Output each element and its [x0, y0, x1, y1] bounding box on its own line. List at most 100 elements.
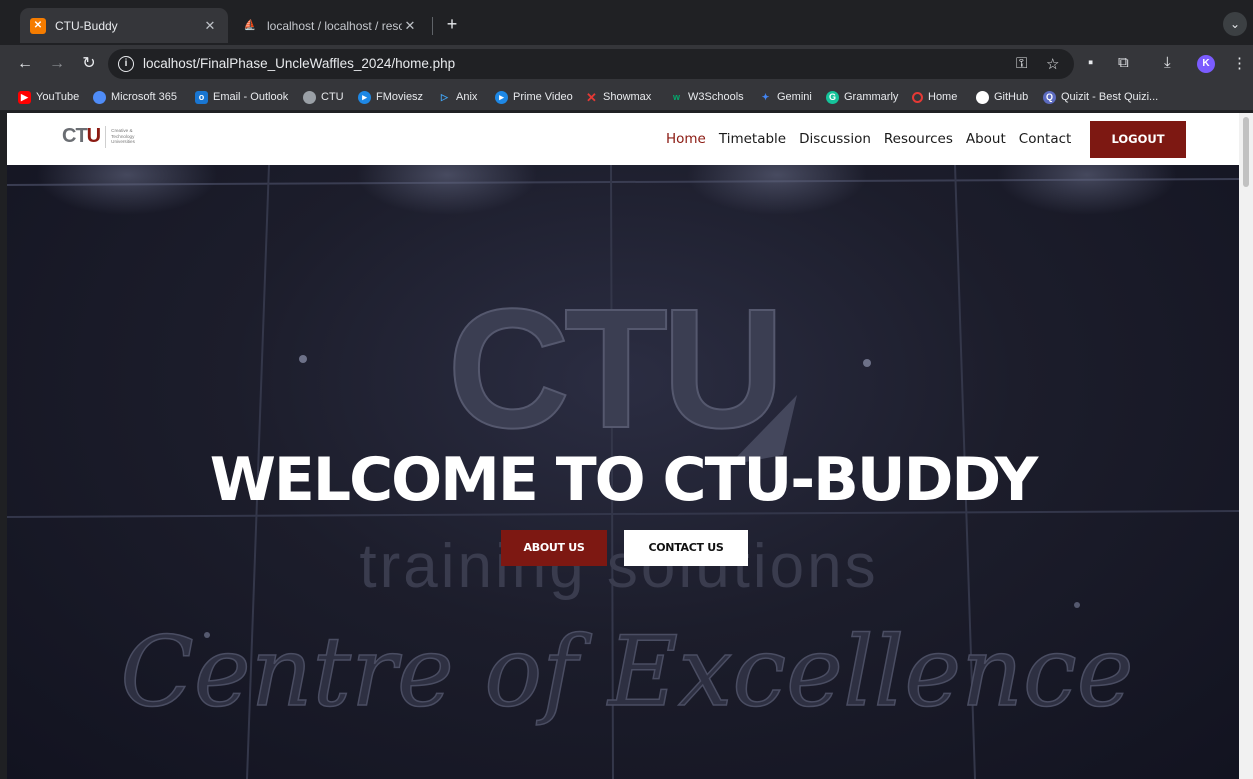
bookmark-label: Home: [928, 91, 958, 103]
tab-divider: [432, 17, 433, 35]
site-header: CTU Creative & Technology Universities H…: [7, 113, 1239, 165]
gemini-icon: ✦: [761, 91, 770, 102]
logo-line: Creative &: [111, 128, 133, 134]
back-button[interactable]: ←: [14, 53, 36, 75]
bookmark-label: W3Schools: [688, 91, 744, 103]
hero-bg-training-text: training solutions: [359, 532, 878, 601]
tab-title: CTU-Buddy: [55, 18, 118, 33]
logout-button[interactable]: LOGOUT: [1090, 121, 1186, 158]
contact-us-button[interactable]: CONTACT US: [624, 530, 748, 566]
github-icon: [976, 90, 989, 104]
bookmark-label: GitHub: [994, 91, 1029, 103]
microsoft365-icon: [93, 90, 106, 104]
ctu-logo[interactable]: CTU Creative & Technology Universities: [62, 125, 135, 148]
site-info-icon[interactable]: i: [118, 56, 134, 72]
logo-divider: [105, 125, 107, 148]
password-key-icon[interactable]: ⚿: [1016, 55, 1027, 72]
tab-phpmyadmin[interactable]: ⛵ localhost / localhost / resourc ✕: [232, 8, 428, 43]
bookmark-anix[interactable]: ▷ Anix: [438, 89, 477, 105]
main-nav: Home Timetable Discussion Resources Abou…: [666, 113, 1084, 165]
anix-icon: ▷: [441, 91, 448, 102]
phpmyadmin-icon: ⛵: [243, 20, 257, 31]
profile-avatar[interactable]: K: [1197, 55, 1215, 73]
play-icon: ▸: [358, 90, 371, 104]
bookmark-label: Email - Outlook: [213, 91, 289, 103]
nav-home[interactable]: Home: [666, 131, 706, 147]
logo-mark: CTU: [62, 125, 101, 148]
hero-section: CTU training solutions Centre of Excelle…: [7, 165, 1239, 779]
nav-contact[interactable]: Contact: [1019, 131, 1072, 147]
forward-button[interactable]: →: [46, 53, 68, 75]
logo-mark-left: CT: [62, 125, 88, 147]
bookmark-label: Microsoft 365: [111, 91, 178, 103]
extension-icon[interactable]: ▪: [1088, 54, 1093, 71]
bookmark-label: Gemini: [777, 91, 812, 103]
bookmark-prime-video[interactable]: ▸ Prime Video: [495, 89, 573, 105]
arrow-right-icon: →: [49, 55, 65, 72]
bookmark-showmax[interactable]: ✕ Showmax: [585, 89, 651, 105]
outlook-icon: o: [195, 90, 208, 104]
logo-line: Technology: [111, 133, 135, 139]
more-menu-icon[interactable]: ⋮: [1232, 54, 1247, 72]
tab-title: localhost / localhost / resourc: [267, 18, 402, 33]
logo-mark-right: U: [86, 125, 101, 147]
hero-title: WELCOME TO CTU-BUDDY: [209, 445, 1039, 515]
bookmark-youtube[interactable]: ▶ YouTube: [18, 89, 79, 105]
bookmark-ctu[interactable]: CTU: [303, 89, 344, 105]
bookmark-outlook[interactable]: o Email - Outlook: [195, 89, 288, 105]
bookmark-microsoft365[interactable]: Microsoft 365: [93, 89, 177, 105]
logo-line: Universities: [111, 139, 135, 145]
hero-bg-ctu-text: CTU: [447, 274, 778, 464]
bookmark-quizit[interactable]: Q Quizit - Best Quizi...: [1043, 89, 1158, 105]
address-bar[interactable]: i localhost/FinalPhase_UncleWaffles_2024…: [108, 49, 1074, 79]
bookmark-w3schools[interactable]: w W3Schools: [670, 89, 744, 105]
bookmark-label: Grammarly: [844, 91, 899, 103]
url-text[interactable]: localhost/FinalPhase_UncleWaffles_2024/h…: [143, 56, 455, 71]
reload-button[interactable]: ↻: [78, 53, 100, 75]
tab-ctu-buddy[interactable]: ✕ CTU-Buddy ✕: [20, 8, 228, 43]
globe-icon: [303, 90, 316, 104]
download-icon[interactable]: ⤓: [1164, 54, 1171, 71]
bookmark-label: Showmax: [603, 91, 652, 103]
prime-video-icon: ▸: [495, 90, 508, 104]
bookmark-grammarly[interactable]: G Grammarly: [826, 89, 898, 105]
bookmark-label: Prime Video: [513, 91, 573, 103]
page-viewport: CTU Creative & Technology Universities H…: [7, 113, 1239, 779]
bookmark-label: Anix: [456, 91, 478, 103]
bookmark-home[interactable]: Home: [912, 89, 957, 105]
hero-bg-excellence-text: Centre of Excellence: [120, 616, 1133, 728]
bookmark-label: CTU: [321, 91, 344, 103]
bookmark-gemini[interactable]: ✦ Gemini: [759, 89, 812, 105]
nav-timetable[interactable]: Timetable: [719, 131, 786, 147]
close-tab-icon[interactable]: ✕: [202, 18, 218, 34]
grammarly-icon: G: [826, 90, 839, 104]
nav-about[interactable]: About: [966, 131, 1006, 147]
tab-search-button[interactable]: ⌄: [1223, 12, 1247, 36]
bookmark-label: Quizit - Best Quizi...: [1061, 91, 1159, 103]
opera-icon: [912, 91, 923, 103]
browser-window: ✕ CTU-Buddy ✕ ⛵ localhost / localhost / …: [0, 0, 1253, 779]
bookmark-label: FMoviesz: [376, 91, 424, 103]
nav-discussion[interactable]: Discussion: [799, 131, 871, 147]
new-tab-button[interactable]: +: [440, 13, 464, 37]
close-tab-icon[interactable]: ✕: [402, 18, 418, 34]
bookmark-star-icon[interactable]: ☆: [1046, 55, 1059, 73]
browser-toolbar: ← → ↻ i localhost/FinalPhase_UncleWaffle…: [0, 45, 1253, 83]
reload-icon: ↻: [82, 55, 96, 72]
tab-strip: ✕ CTU-Buddy ✕ ⛵ localhost / localhost / …: [0, 0, 1253, 47]
bookmark-github[interactable]: GitHub: [976, 89, 1028, 105]
w3schools-icon: w: [672, 91, 680, 102]
bookmark-fmoviesz[interactable]: ▸ FMoviesz: [358, 89, 423, 105]
logo-subtitle: Creative & Technology Universities: [111, 128, 135, 144]
showmax-icon: ✕: [586, 89, 597, 105]
youtube-icon: ▶: [18, 90, 31, 104]
extensions-puzzle-icon[interactable]: ⧉: [1118, 54, 1129, 71]
scrollbar-thumb[interactable]: [1243, 117, 1249, 187]
arrow-left-icon: ←: [17, 55, 33, 72]
xampp-icon: ✕: [30, 17, 46, 34]
nav-resources[interactable]: Resources: [884, 131, 953, 147]
about-us-button[interactable]: ABOUT US: [501, 530, 607, 566]
page-scrollbar[interactable]: [1239, 113, 1253, 779]
quizit-icon: Q: [1043, 90, 1056, 104]
bookmark-label: YouTube: [36, 91, 80, 103]
